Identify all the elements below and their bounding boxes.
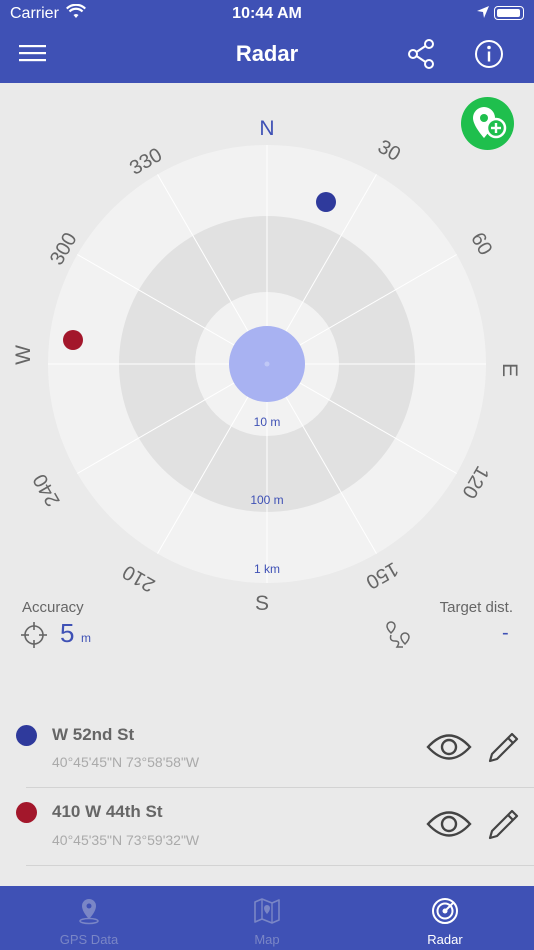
place-coordinates: 40°45'35"N 73°59'32"W [52, 832, 200, 848]
center-point [264, 361, 270, 367]
row-divider [26, 865, 534, 866]
add-location-icon [473, 107, 507, 139]
place-coordinates: 40°45'45"N 73°58'58"W [52, 754, 200, 770]
place-color-dot [16, 725, 37, 746]
tab-label: Map [254, 932, 280, 947]
place-name: W 52nd St [52, 725, 135, 744]
visibility-toggle[interactable] [426, 807, 472, 846]
ring-label-100m: 100 m [250, 493, 283, 507]
radar-icon [430, 896, 460, 931]
bearing-label-60: 60 [466, 229, 496, 259]
tab-map[interactable]: Map [178, 886, 356, 950]
place-color-dot [16, 802, 37, 823]
compass-east-label: E [498, 363, 521, 377]
status-bar: Carrier 10:44 AM [0, 0, 534, 27]
compass-west-label: W [12, 345, 35, 365]
pencil-icon [488, 809, 519, 840]
page-title: Radar [235, 41, 299, 66]
visibility-toggle[interactable] [426, 730, 472, 769]
tab-label: Radar [427, 932, 463, 947]
route-icon [384, 620, 414, 655]
bearing-label-240: 240 [29, 470, 65, 510]
edit-place-button[interactable] [486, 729, 522, 770]
share-button[interactable] [404, 37, 438, 76]
bearing-label-30: 30 [374, 136, 404, 166]
tab-gps-data[interactable]: GPS Data [0, 886, 178, 950]
eye-icon [426, 811, 472, 837]
add-place-button[interactable] [461, 97, 514, 150]
list-item-place-1[interactable]: W 52nd St 40°45'45"N 73°58'58"W [0, 710, 534, 788]
info-icon [475, 40, 503, 68]
eye-icon [426, 734, 472, 760]
pencil-icon [488, 732, 519, 763]
map-pin-icon [74, 896, 104, 931]
accuracy-label: Accuracy [22, 599, 84, 616]
clock: 10:44 AM [232, 5, 302, 22]
ring-label-1km: 1 km [254, 562, 280, 576]
info-button[interactable] [472, 37, 506, 76]
compass-north-label: N [259, 117, 274, 140]
place-marker-410-w-44th-st[interactable] [63, 330, 83, 350]
nav-bar: Radar [0, 27, 534, 83]
place-marker-w-52nd-st[interactable] [316, 192, 336, 212]
edit-place-button[interactable] [486, 806, 522, 847]
accuracy-value: 5 [60, 618, 75, 648]
radar-display: N E S W 30 60 120 150 210 240 300 330 10… [12, 117, 521, 613]
list-item-place-2[interactable]: 410 W 44th St 40°45'35"N 73°59'32"W [0, 788, 534, 866]
bearing-label-120: 120 [457, 462, 493, 502]
share-icon [408, 39, 434, 69]
location-arrow-icon [476, 5, 490, 24]
ring-label-10m: 10 m [254, 415, 281, 429]
tab-label: GPS Data [59, 932, 119, 947]
crosshair-icon [20, 621, 48, 654]
tab-bar: GPS Data Map Radar [0, 886, 534, 950]
target-distance-value: - [502, 622, 509, 644]
compass-south-label: S [255, 592, 269, 613]
map-icon [252, 896, 282, 931]
bearing-label-150: 150 [362, 557, 402, 593]
target-distance-label: Target dist. [439, 599, 513, 616]
accuracy-unit: m [81, 631, 91, 645]
battery-icon [494, 6, 524, 20]
tab-radar[interactable]: Radar [356, 886, 534, 950]
bearing-label-210: 210 [119, 560, 159, 596]
place-name: 410 W 44th St [52, 802, 163, 821]
